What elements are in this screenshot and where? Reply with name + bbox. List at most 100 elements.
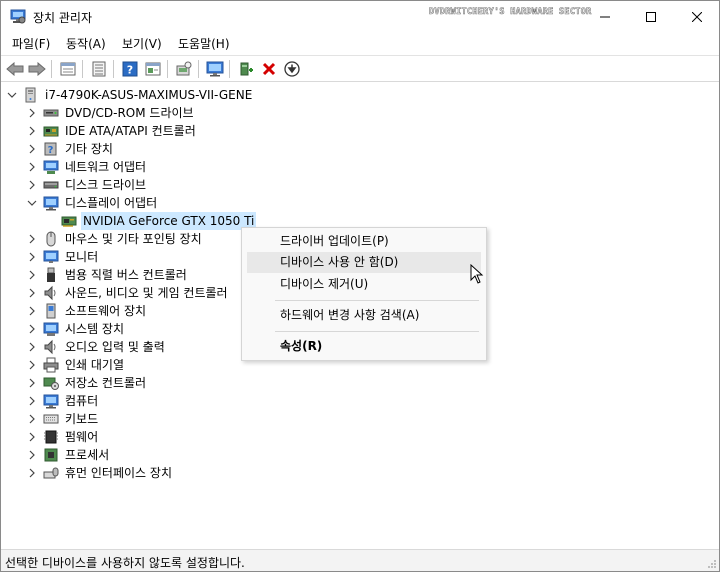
menu-help[interactable]: 도움말(H) [178,35,230,52]
update-driver-button[interactable] [236,59,256,79]
tree-category[interactable]: 시스템 장치 [27,320,126,338]
resize-grip-icon[interactable] [707,559,717,569]
menu-separator [275,300,479,301]
close-button[interactable] [674,1,720,32]
menu-view[interactable]: 보기(V) [122,35,162,52]
category-label: 컴퓨터 [65,394,99,408]
tree-category[interactable]: 인쇄 대기열 [27,356,126,374]
category-label: 기타 장치 [65,142,113,156]
chevron-right-icon[interactable] [27,374,37,392]
chevron-right-icon[interactable] [27,392,37,410]
properties-button[interactable] [58,59,78,79]
tree-category[interactable]: 프로세서 [27,446,111,464]
category-label: 저장소 컨트롤러 [65,376,147,390]
category-label: 마우스 및 기타 포인팅 장치 [65,232,202,246]
tree-category[interactable]: 키보드 [27,410,100,428]
tree-category[interactable]: 네트워크 어댑터 [27,158,148,176]
menu-separator [275,331,479,332]
tree-category-expanded[interactable]: 디스플레이 어댑터 [27,194,159,212]
tree-category[interactable]: 소프트웨어 장치 [27,302,148,320]
menu-update-driver[interactable]: 드라이버 업데이트(P) [247,231,481,252]
toolbar-separator [113,60,114,78]
menu-scan-hardware[interactable]: 하드웨어 변경 사항 검색(A) [247,305,481,326]
maximize-button[interactable] [628,1,674,32]
category-label: 키보드 [65,412,99,426]
tree-category[interactable]: 휴먼 인터페이스 장치 [27,464,174,482]
toolbar: ? [1,55,719,82]
category-label: 프로세서 [65,448,110,462]
toolbar-separator [82,60,83,78]
computer-root-icon [23,87,39,103]
chevron-right-icon[interactable] [27,338,37,356]
tree-category[interactable]: 디스크 드라이브 [27,176,148,194]
device-nvidia-gpu[interactable]: NVIDIA GeForce GTX 1050 Ti [57,212,257,230]
tree-category[interactable]: 펌웨어 [27,428,100,446]
forward-arrow-icon [28,62,46,76]
menu-action[interactable]: 동작(A) [66,35,106,52]
display-adapter-icon [43,195,59,211]
chevron-right-icon[interactable] [27,356,37,374]
chevron-right-icon[interactable] [27,284,37,302]
chevron-right-icon[interactable] [27,302,37,320]
chevron-right-icon[interactable] [27,230,37,248]
ide-controller-icon [43,123,59,139]
help-button[interactable]: ? [120,59,140,79]
chevron-right-icon[interactable] [27,248,37,266]
toolbar-separator [229,60,230,78]
category-label: 오디오 입력 및 출력 [65,340,165,354]
chevron-right-icon[interactable] [27,410,37,428]
category-label: 네트워크 어댑터 [65,160,147,174]
device-label: NVIDIA GeForce GTX 1050 Ti [81,212,257,230]
tree-category[interactable]: ? 기타 장치 [27,140,115,158]
menu-uninstall-device[interactable]: 디바이스 제거(U) [247,274,481,295]
disable-device-button[interactable] [282,59,302,79]
tree-category[interactable]: 오디오 입력 및 출력 [27,338,167,356]
mouse-icon [43,231,59,247]
chevron-right-icon[interactable] [27,140,37,158]
back-button[interactable] [5,59,25,79]
category-label: 디스플레이 어댑터 [65,196,158,210]
toolbar-separator [167,60,168,78]
uninstall-button[interactable] [259,59,279,79]
chevron-right-icon[interactable] [27,320,37,338]
tree-category[interactable]: 저장소 컨트롤러 [27,374,148,392]
tree-root[interactable]: i7-4790K-ASUS-MAXIMUS-VII-GENE [7,86,254,104]
network-adapter-icon [43,159,59,175]
chevron-right-icon[interactable] [27,176,37,194]
tree-category[interactable]: 범용 직렬 버스 컨트롤러 [27,266,189,284]
gpu-card-icon [61,213,77,229]
menu-disable-device[interactable]: 디바이스 사용 안 함(D) [247,252,481,273]
action-pane-button[interactable] [143,59,163,79]
tree-category[interactable]: DVD/CD-ROM 드라이브 [27,104,196,122]
tree-category[interactable]: 사운드, 비디오 및 게임 컨트롤러 [27,284,230,302]
forward-button[interactable] [27,59,47,79]
chevron-right-icon[interactable] [27,428,37,446]
disk-drive-icon [43,177,59,193]
title-bar[interactable]: 장치 관리자 DVDRWITCHERY'S HARDWARE SECTOR [1,1,719,32]
maximize-icon [646,11,656,22]
processor-icon [43,447,59,463]
svg-text:?: ? [127,64,133,77]
chevron-right-icon[interactable] [27,158,37,176]
minimize-button[interactable] [582,1,628,32]
download-arrow-icon [284,61,300,77]
chevron-down-icon[interactable] [7,86,17,104]
scan-hardware-button[interactable] [174,59,194,79]
chevron-right-icon[interactable] [27,266,37,284]
chevron-right-icon[interactable] [27,446,37,464]
watermark-logo: DVDRWITCHERY'S HARDWARE SECTOR [429,7,592,18]
tree-category[interactable]: 마우스 및 기타 포인팅 장치 [27,230,204,248]
menu-properties[interactable]: 속성(R) [247,336,481,357]
chevron-right-icon[interactable] [27,104,37,122]
menu-file[interactable]: 파일(F) [12,35,50,52]
chevron-right-icon[interactable] [27,464,37,482]
tree-category[interactable]: 모니터 [27,248,100,266]
list-view-button[interactable] [89,59,109,79]
tree-category[interactable]: 컴퓨터 [27,392,100,410]
monitor-button[interactable] [205,59,225,79]
computer-icon [43,393,59,409]
chevron-right-icon[interactable] [27,122,37,140]
toolbar-separator [198,60,199,78]
tree-category[interactable]: IDE ATA/ATAPI 컨트롤러 [27,122,198,140]
chevron-down-icon[interactable] [27,194,37,212]
